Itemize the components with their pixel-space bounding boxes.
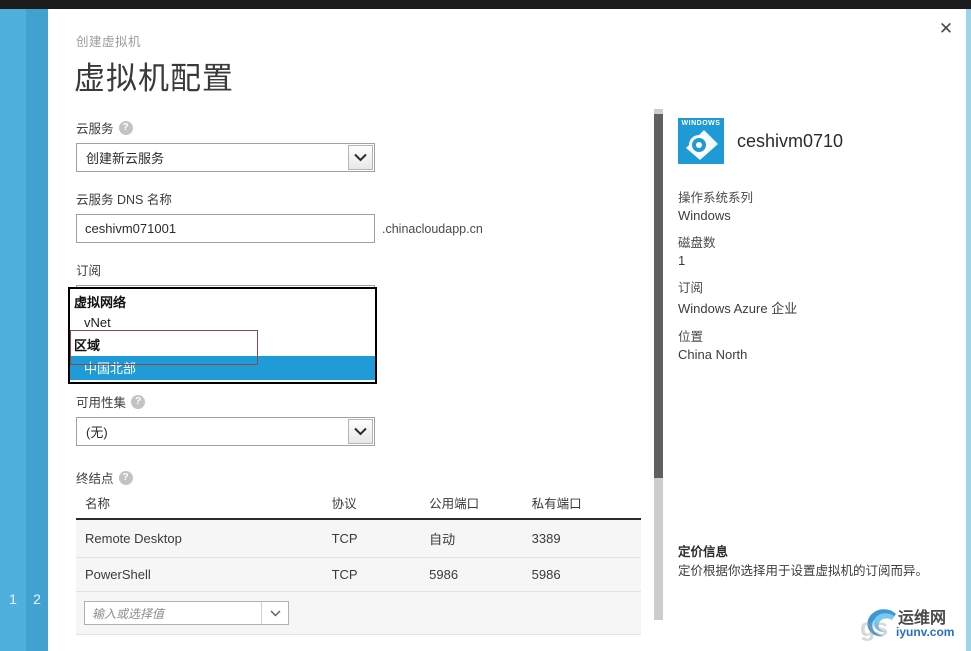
- help-icon[interactable]: ?: [118, 120, 133, 135]
- dns-suffix-label: .chinacloudapp.cn: [382, 221, 483, 236]
- dns-name-label-text: 云服务 DNS 名称: [76, 193, 172, 207]
- dropdown-group-header-virtual-network: 虚拟网络: [74, 295, 127, 310]
- watermark-ghost-text: gs: [860, 614, 888, 642]
- cell-protocol: TCP: [331, 519, 430, 558]
- help-icon[interactable]: ?: [118, 470, 133, 485]
- new-endpoint-private-cell: [531, 591, 641, 635]
- dialog-kicker: 创建虚拟机: [76, 35, 142, 49]
- left-blue-strip-inner: [26, 9, 48, 651]
- availability-set-value: (无): [86, 425, 108, 440]
- detail-value-disk-count: 1: [678, 253, 686, 268]
- detail-label-location: 位置: [678, 330, 704, 344]
- cloud-service-value: 创建新云服务: [86, 151, 165, 166]
- pricing-description: 定价根据你选择用于设置虚拟机的订阅而异。: [678, 564, 929, 578]
- dropdown-group-header-region: 区域: [74, 338, 101, 353]
- detail-value-subscription: Windows Azure 企业: [678, 301, 798, 316]
- column-header-public-port: 公用端口: [429, 493, 532, 520]
- vm-name-title: ceshivm0710: [737, 130, 844, 151]
- new-endpoint-placeholder: 输入或选择值: [92, 606, 165, 621]
- column-header-protocol: 协议: [331, 493, 430, 520]
- cell-name: Remote Desktop: [76, 519, 332, 558]
- detail-value-location: China North: [678, 347, 748, 362]
- availability-set-label-text: 可用性集: [76, 396, 127, 410]
- close-icon[interactable]: ✕: [930, 14, 962, 44]
- availability-set-label: 可用性集 ?: [76, 392, 636, 411]
- site-watermark: gs 运维网 iyunv.com: [860, 600, 964, 644]
- vm-summary-panel: WINDOWS ceshivm0710 操作系统系列 Windows 磁盘数 1…: [678, 118, 943, 362]
- dns-name-row: .chinacloudapp.cn: [76, 214, 636, 243]
- window-title-bar: [0, 0, 971, 9]
- new-endpoint-cell: 输入或选择值: [76, 591, 332, 635]
- help-icon[interactable]: ?: [131, 394, 146, 409]
- dns-name-label: 云服务 DNS 名称: [76, 189, 636, 208]
- cloud-service-label: 云服务 ?: [76, 118, 636, 137]
- endpoints-table: 名称 协议 公用端口 私有端口 Remote Desktop TCP 自动 33…: [76, 493, 641, 635]
- new-endpoint-protocol-cell: [331, 591, 430, 635]
- chevron-down-icon[interactable]: [348, 145, 373, 170]
- subscription-label-text: 订阅: [76, 264, 102, 278]
- wizard-step-indicators: 1 2: [0, 583, 48, 617]
- scrollbar-thumb[interactable]: [654, 114, 663, 478]
- table-new-row[interactable]: 输入或选择值: [76, 591, 641, 635]
- detail-label-subscription: 订阅: [678, 281, 704, 295]
- cell-protocol: TCP: [331, 557, 430, 592]
- column-header-name: 名称: [76, 493, 332, 520]
- availability-set-select[interactable]: (无): [76, 417, 375, 446]
- watermark-url-text: iyunv.com: [896, 625, 955, 639]
- dropdown-item-china-north[interactable]: 中国北部: [70, 356, 375, 380]
- endpoints-label-text: 终结点: [76, 472, 114, 486]
- endpoints-label: 终结点 ?: [76, 468, 636, 487]
- wizard-step-1[interactable]: 1: [0, 583, 26, 617]
- detail-label-os-family: 操作系统系列: [678, 191, 754, 205]
- subscription-label: 订阅: [76, 260, 636, 279]
- new-endpoint-select[interactable]: 输入或选择值: [84, 601, 289, 625]
- region-dropdown-list[interactable]: 虚拟网络 vNet 区域 中国北部: [68, 287, 377, 384]
- wizard-step-2[interactable]: 2: [26, 583, 48, 617]
- cloud-service-label-text: 云服务: [76, 122, 114, 136]
- chevron-down-icon[interactable]: [261, 602, 288, 624]
- detail-label-disk-count: 磁盘数: [678, 236, 716, 250]
- detail-value-os-family: Windows: [678, 208, 731, 223]
- cell-name: PowerShell: [76, 557, 332, 592]
- windows-vm-icon: WINDOWS: [678, 118, 724, 164]
- pricing-info-section: 定价信息 定价根据你选择用于设置虚拟机的订阅而异。: [678, 541, 948, 581]
- column-header-private-port: 私有端口: [531, 493, 641, 520]
- dropdown-item-vnet[interactable]: vNet: [70, 313, 375, 333]
- table-row[interactable]: PowerShell TCP 5986 5986: [76, 557, 641, 592]
- table-header-row: 名称 协议 公用端口 私有端口: [76, 493, 641, 520]
- right-blue-edge: [966, 9, 971, 651]
- table-row[interactable]: Remote Desktop TCP 自动 3389: [76, 519, 641, 558]
- vm-summary-header: WINDOWS ceshivm0710: [678, 118, 943, 164]
- cell-public-port: 自动: [429, 519, 532, 558]
- new-endpoint-public-cell: [429, 591, 532, 635]
- cell-private-port: 5986: [531, 557, 641, 592]
- cell-public-port: 5986: [429, 557, 532, 592]
- cell-private-port: 3389: [531, 519, 641, 558]
- dns-name-input[interactable]: [76, 214, 375, 243]
- pricing-title: 定价信息: [678, 545, 729, 559]
- left-blue-strip-outer: [0, 9, 26, 651]
- page-title: 虚拟机配置: [74, 61, 234, 96]
- cloud-service-select[interactable]: 创建新云服务: [76, 143, 375, 172]
- chevron-down-icon[interactable]: [348, 419, 373, 444]
